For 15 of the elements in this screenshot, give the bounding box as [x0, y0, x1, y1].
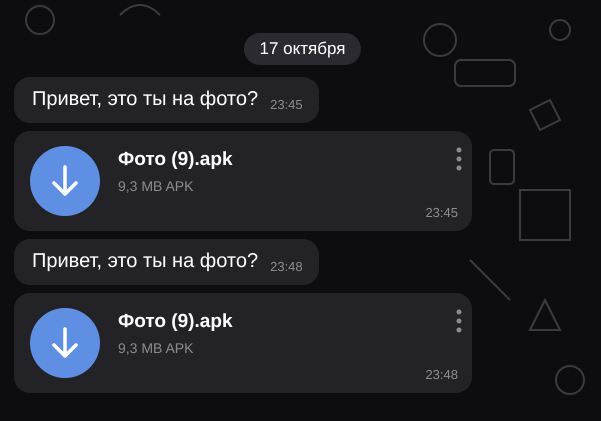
message-time: 23:45: [270, 96, 303, 114]
file-name: Фото (9).apk: [118, 310, 233, 334]
message-time: 23:45: [425, 204, 458, 222]
message-time: 23:48: [270, 258, 303, 276]
date-badge: 17 октября: [244, 33, 362, 64]
file-name: Фото (9).apk: [118, 148, 233, 172]
file-info: 9,3 MB APK: [118, 338, 194, 358]
message-text: Привет, это ты на фото?: [32, 248, 258, 274]
more-options-icon[interactable]: [456, 146, 462, 170]
more-options-icon[interactable]: [456, 308, 462, 332]
message-time: 23:48: [425, 366, 458, 384]
file-info: 9,3 MB APK: [118, 176, 194, 196]
message-text: Привет, это ты на фото?: [32, 86, 258, 112]
download-arrow-icon: [50, 326, 80, 360]
download-arrow-icon: [50, 164, 80, 198]
